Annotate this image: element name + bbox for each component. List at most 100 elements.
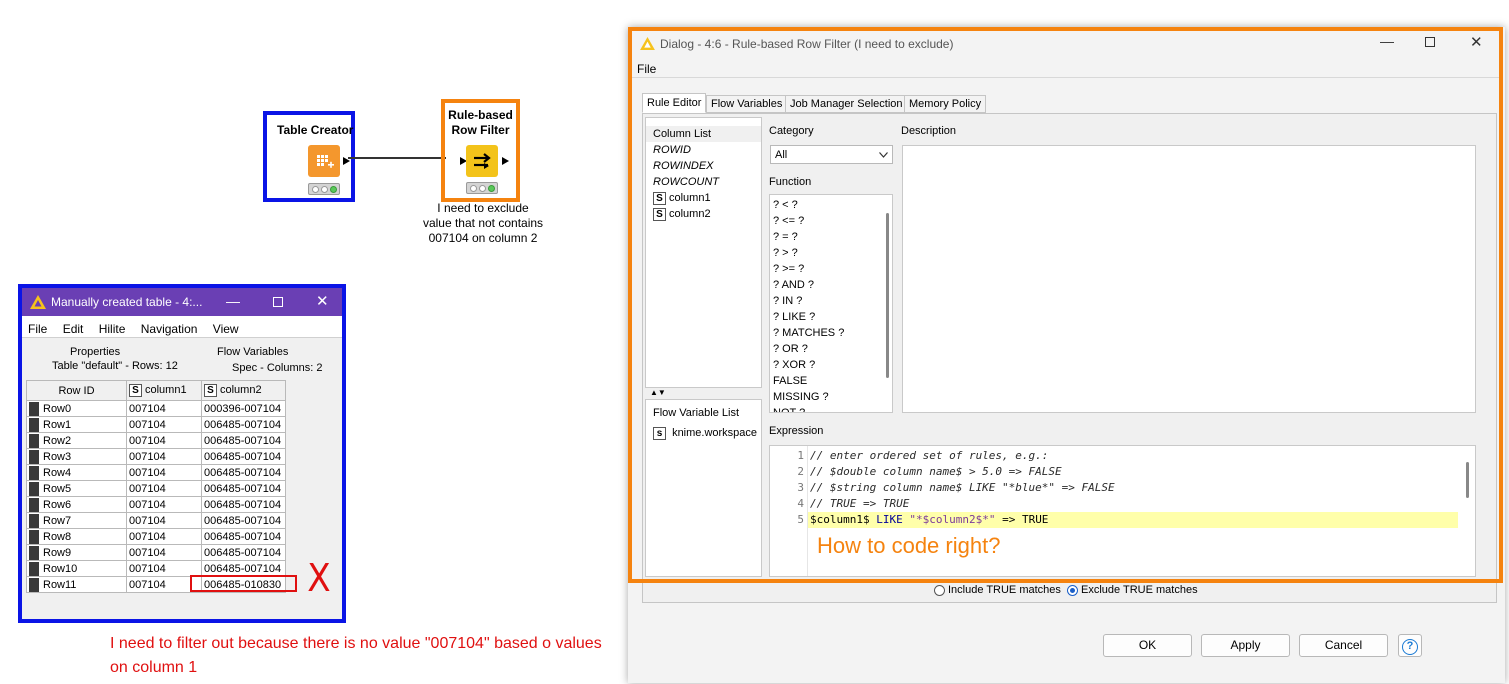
rule-filter-out-port[interactable]: [502, 157, 509, 165]
menubar-divider: [632, 77, 1501, 78]
row-id-cell: Row6: [26, 496, 127, 513]
dialog-menu-file[interactable]: File: [637, 62, 656, 76]
column1-cell: 007104: [126, 400, 202, 417]
function-item[interactable]: ? OR ?: [770, 341, 892, 357]
menu-edit[interactable]: Edit: [63, 322, 84, 336]
column-list-item[interactable]: ROWINDEX: [650, 158, 761, 174]
function-item[interactable]: ? IN ?: [770, 293, 892, 309]
table-row[interactable]: Row2 007104 006485-007104: [26, 432, 286, 449]
header-column1[interactable]: Scolumn1: [126, 380, 202, 401]
row-id-cell: Row1: [26, 416, 127, 433]
column2-cell: 006485-007104: [201, 512, 286, 529]
string-type-icon: S: [653, 192, 666, 205]
table-creator-icon: [308, 145, 340, 177]
row-id-cell: Row4: [26, 464, 127, 481]
function-item[interactable]: FALSE: [770, 373, 892, 389]
column1-cell: 007104: [126, 448, 202, 465]
column2-cell: 006485-007104: [201, 416, 286, 433]
table-row[interactable]: Row6 007104 006485-007104: [26, 496, 286, 513]
table-row[interactable]: Row3 007104 006485-007104: [26, 448, 286, 465]
tab-memory-policy[interactable]: Memory Policy: [904, 95, 987, 113]
function-item[interactable]: ? XOR ?: [770, 357, 892, 373]
table-row[interactable]: Row1 007104 006485-007104: [26, 416, 286, 433]
table-row[interactable]: Row4 007104 006485-007104: [26, 464, 286, 481]
function-item[interactable]: NOT ?: [770, 405, 892, 412]
function-item[interactable]: ? LIKE ?: [770, 309, 892, 325]
function-item[interactable]: ? = ?: [770, 229, 892, 245]
tab-flow-variables[interactable]: Flow Variables: [217, 346, 288, 358]
column-list-item[interactable]: ROWID: [650, 142, 761, 158]
menu-view[interactable]: View: [213, 322, 239, 336]
flow-variable-pane: Flow Variable List s knime.workspace: [645, 399, 762, 577]
exclude-true-radio[interactable]: Exclude TRUE matches: [1067, 584, 1198, 596]
tab-rule-editor[interactable]: Rule Editor: [642, 93, 707, 113]
table-window-menubar: File Edit Hilite Navigation View: [22, 316, 342, 338]
column-list-item[interactable]: Scolumn2: [650, 206, 761, 222]
function-item[interactable]: ? <= ?: [770, 213, 892, 229]
radio-on-icon: [1067, 584, 1078, 596]
menu-hilite[interactable]: Hilite: [99, 322, 126, 336]
rule-based-row-filter-node[interactable]: Rule-based Row Filter: [441, 99, 520, 202]
function-item[interactable]: ? >= ?: [770, 261, 892, 277]
maximize-icon[interactable]: [1425, 37, 1435, 47]
table-window: Manually created table - 4:... — ✕ File …: [18, 284, 346, 623]
overlay-question: How to code right?: [817, 533, 1001, 558]
table-creator-node[interactable]: Table Creator: [263, 111, 355, 202]
help-button[interactable]: ?: [1398, 634, 1422, 657]
table-creator-status-icon: [308, 183, 340, 195]
row-marker: [29, 577, 39, 592]
function-item[interactable]: MISSING ?: [770, 389, 892, 405]
minimize-icon[interactable]: —: [1380, 33, 1394, 49]
category-select[interactable]: All: [770, 145, 893, 164]
rule-filter-icon: [466, 145, 498, 177]
function-item[interactable]: ? > ?: [770, 245, 892, 261]
header-row-id[interactable]: Row ID: [26, 380, 127, 401]
column1-cell: 007104: [126, 416, 202, 433]
column1-cell: 007104: [126, 464, 202, 481]
tab-flow-variables[interactable]: Flow Variables: [706, 95, 788, 113]
ok-button[interactable]: OK: [1103, 634, 1192, 657]
tab-job-manager-selection[interactable]: Job Manager Selection: [785, 95, 908, 113]
column2-cell: 006485-007104: [201, 544, 286, 561]
function-list: ? < ?? <= ?? = ?? > ?? >= ?? AND ?? IN ?…: [769, 194, 893, 413]
menu-navigation[interactable]: Navigation: [141, 322, 198, 336]
function-item[interactable]: ? AND ?: [770, 277, 892, 293]
code-line: 5 $column1$ LIKE "*$column2$*" => TRUE: [770, 512, 1460, 528]
function-item[interactable]: ? MATCHES ?: [770, 325, 892, 341]
table-row[interactable]: Row5 007104 006485-007104: [26, 480, 286, 497]
function-scrollbar[interactable]: [886, 213, 889, 378]
expression-scrollbar[interactable]: [1466, 462, 1469, 498]
row-id-cell: Row5: [26, 480, 127, 497]
table-row[interactable]: Row7 007104 006485-007104: [26, 512, 286, 529]
description-label: Description: [901, 125, 957, 137]
cancel-button[interactable]: Cancel: [1299, 634, 1388, 657]
expression-label: Expression: [769, 425, 824, 437]
row-id-cell: Row3: [26, 448, 127, 465]
minimize-icon[interactable]: —: [226, 293, 240, 309]
table-row[interactable]: Row0 007104 000396-007104: [26, 400, 286, 417]
maximize-icon[interactable]: [273, 297, 283, 307]
table-row[interactable]: Row9 007104 006485-007104: [26, 544, 286, 561]
code-line: 2// $double column name$ > 5.0 => FALSE: [770, 464, 1460, 480]
row-marker: [29, 449, 39, 464]
include-true-radio[interactable]: Include TRUE matches: [934, 584, 1061, 596]
flow-var-item[interactable]: s knime.workspace: [646, 425, 761, 441]
table-creator-title: Table Creator: [277, 123, 354, 137]
red-cross-icon: X: [307, 556, 331, 600]
splitter-handle[interactable]: ▲▼: [650, 388, 666, 397]
row-marker: [29, 497, 39, 512]
close-icon[interactable]: ✕: [1470, 33, 1483, 51]
apply-button[interactable]: Apply: [1201, 634, 1290, 657]
column2-cell: 006485-007104: [201, 528, 286, 545]
menu-file[interactable]: File: [28, 322, 47, 336]
tab-properties[interactable]: Properties: [70, 346, 120, 358]
string-type-icon: S: [204, 384, 217, 397]
table-row[interactable]: Row8 007104 006485-007104: [26, 528, 286, 545]
close-icon[interactable]: ✕: [316, 292, 329, 310]
header-column2[interactable]: Scolumn2: [201, 380, 286, 401]
column-list-item[interactable]: Scolumn1: [650, 190, 761, 206]
function-item[interactable]: ? < ?: [770, 197, 892, 213]
rule-filter-dialog: Dialog - 4:6 - Rule-based Row Filter (I …: [628, 27, 1505, 683]
column-list-item[interactable]: ROWCOUNT: [650, 174, 761, 190]
row-id-cell: Row10: [26, 560, 127, 577]
